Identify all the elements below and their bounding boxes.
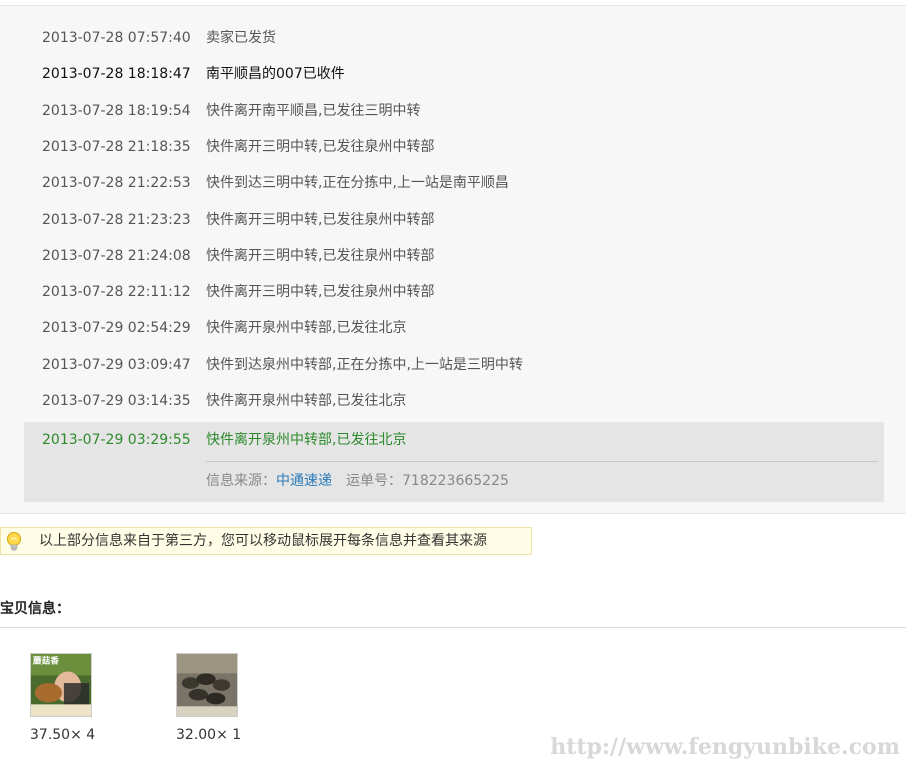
tracking-panel: 2013-07-28 07:57:40 卖家已发货 2013-07-28 18:18…: [0, 5, 906, 514]
event-time: 2013-07-28 21:18:35: [42, 138, 191, 155]
event-desc: 快件离开三明中转,已发往泉州中转部: [206, 211, 435, 228]
event-desc: 快件离开三明中转,已发往泉州中转部: [206, 138, 435, 155]
event-desc: 快件离开三明中转,已发往泉州中转部: [206, 284, 435, 301]
latest-tracking-event[interactable]: 2013-07-29 03:29:55 快件离开泉州中转部,已发往北京 信息来源…: [24, 422, 884, 502]
event-time: 2013-07-28 21:23:23: [42, 211, 191, 228]
order-item[interactable]: 蘑菇香 37.50× 4: [30, 653, 110, 743]
product-thumbnail[interactable]: 蘑菇香: [30, 653, 92, 717]
latest-event-divider: [206, 461, 878, 462]
waybill-number: 718223665225: [402, 473, 509, 489]
source-info: 信息来源：中通速递 运单号：718223665225: [206, 470, 509, 490]
thumbnail-logo-text: 蘑菇香: [33, 655, 59, 667]
event-desc: 卖家已发货: [206, 30, 276, 46]
event-time: 2013-07-29 02:54:29: [42, 320, 191, 337]
event-time: 2013-07-29 03:14:35: [42, 393, 191, 409]
event-time: 2013-07-28 22:11:12: [42, 284, 191, 301]
event-time: 2013-07-28 18:18:47: [42, 66, 191, 83]
latest-event-desc: 快件离开泉州中转部,已发往北京: [206, 432, 407, 448]
product-thumbnail[interactable]: [176, 653, 238, 717]
event-desc: 快件离开三明中转,已发往泉州中转部: [206, 247, 435, 264]
section-divider: [0, 627, 906, 628]
event-time: 2013-07-28 21:24:08: [42, 247, 191, 264]
event-desc: 南平顺昌的007已收件: [206, 66, 345, 83]
event-time: 2013-07-28 07:57:40: [42, 30, 191, 46]
item-price: 32.00× 1: [176, 727, 242, 743]
event-time: 2013-07-28 21:22:53: [42, 175, 191, 192]
event-desc: 快件离开泉州中转部,已发往北京: [206, 393, 407, 409]
site-watermark: http://www.fengyunbike.com: [550, 734, 900, 760]
latest-event-time: 2013-07-29 03:29:55: [42, 432, 191, 448]
lightbulb-icon: [5, 531, 23, 553]
items-section-title: 宝贝信息：: [0, 601, 70, 617]
event-desc: 快件离开南平顺昌,已发往三明中转: [206, 102, 421, 119]
event-time: 2013-07-28 18:19:54: [42, 102, 191, 119]
item-price: 37.50× 4: [30, 727, 96, 743]
third-party-notice: 以上部分信息来自于第三方，您可以移动鼠标展开每条信息并查看其来源: [0, 527, 532, 555]
event-desc: 快件离开泉州中转部,已发往北京: [206, 320, 407, 337]
notice-text: 以上部分信息来自于第三方，您可以移动鼠标展开每条信息并查看其来源: [39, 533, 487, 549]
order-item[interactable]: 32.00× 1: [176, 653, 256, 743]
waybill-label: 运单号：: [346, 473, 402, 489]
event-time: 2013-07-29 03:09:47: [42, 356, 191, 373]
event-desc: 快件到达泉州中转部,正在分拣中,上一站是三明中转: [206, 356, 523, 373]
event-desc: 快件到达三明中转,正在分拣中,上一站是南平顺昌: [206, 175, 509, 192]
carrier-link[interactable]: 中通速递: [276, 473, 332, 489]
source-label: 信息来源：: [206, 473, 276, 489]
